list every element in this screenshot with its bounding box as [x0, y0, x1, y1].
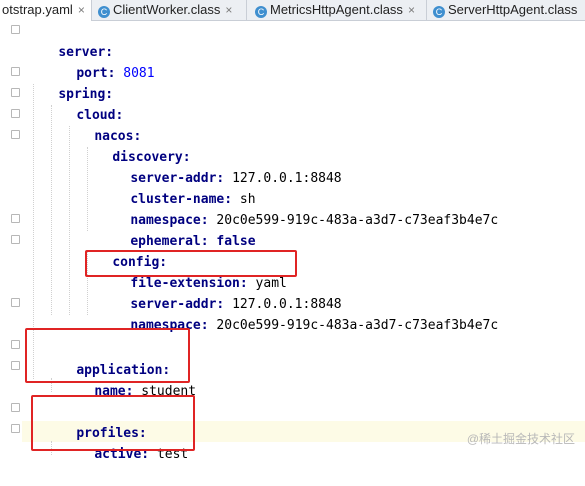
tab-clientworker-class[interactable]: C ClientWorker.class ×	[92, 0, 247, 20]
yaml-value: 20c0e599-919c-483a-a3d7-c73eaf3b4e7c	[216, 318, 499, 333]
fold-marker-icon[interactable]	[11, 361, 20, 370]
yaml-value: 8081	[123, 66, 155, 81]
fold-marker-icon[interactable]	[11, 424, 20, 433]
class-file-icon: C	[433, 6, 445, 18]
gutter	[0, 21, 22, 460]
fold-marker-icon[interactable]	[11, 403, 20, 412]
fold-marker-icon[interactable]	[11, 67, 20, 76]
tab-label: otstrap.yaml	[2, 2, 73, 17]
fold-marker-icon[interactable]	[11, 298, 20, 307]
code-line: namespace: 20c0e599-919c-483a-a3d7-c73ea…	[99, 189, 498, 228]
code-line: cluster-name: sh	[99, 168, 255, 207]
fold-marker-icon[interactable]	[11, 340, 20, 349]
highlight-box-file-extension	[85, 250, 297, 277]
class-file-icon: C	[255, 6, 267, 18]
fold-marker-icon[interactable]	[11, 130, 20, 139]
code-line: namespace: 20c0e599-919c-483a-a3d7-c73ea…	[99, 294, 498, 333]
code-line: spring:	[27, 63, 113, 102]
tab-label: ServerHttpAgent.class	[448, 2, 578, 17]
code-line: server:	[27, 21, 113, 60]
code-editor[interactable]: server: port: 8081 spring: cloud: nacos:…	[0, 21, 585, 462]
fold-marker-icon[interactable]	[11, 109, 20, 118]
code-line: ephemeral: false	[99, 210, 255, 249]
tab-label: MetricsHttpAgent.class	[270, 2, 403, 17]
fold-marker-icon[interactable]	[11, 25, 20, 34]
fold-marker-icon[interactable]	[11, 88, 20, 97]
highlight-box-profiles	[31, 395, 195, 451]
fold-marker-icon[interactable]	[11, 214, 20, 223]
code-line: config:	[81, 231, 167, 270]
yaml-value: 20c0e599-919c-483a-a3d7-c73eaf3b4e7c	[216, 213, 499, 228]
class-file-icon: C	[98, 6, 110, 18]
close-icon[interactable]: ×	[408, 3, 415, 17]
code-line: nacos:	[63, 105, 141, 144]
tab-serverhttpagent-class[interactable]: C ServerHttpAgent.class	[427, 0, 585, 20]
code-line: server-addr: 127.0.0.1:8848	[99, 147, 341, 186]
tab-bootstrap-yaml[interactable]: otstrap.yaml ×	[0, 0, 92, 21]
code-line: port: 8081	[45, 42, 154, 81]
tab-label: ClientWorker.class	[113, 2, 221, 17]
code-line: cloud:	[45, 84, 123, 123]
editor-tab-bar: otstrap.yaml × C ClientWorker.class × C Metr…	[0, 0, 585, 21]
close-icon[interactable]: ×	[78, 3, 85, 17]
close-icon[interactable]: ×	[225, 3, 232, 17]
highlight-box-application	[25, 328, 190, 383]
tab-metricshttpagent-class[interactable]: C MetricsHttpAgent.class ×	[247, 0, 427, 20]
watermark-text: @稀土掘金技术社区	[466, 432, 575, 446]
fold-marker-icon[interactable]	[11, 235, 20, 244]
yaml-value: false	[216, 234, 256, 249]
code-line: discovery:	[81, 126, 190, 165]
